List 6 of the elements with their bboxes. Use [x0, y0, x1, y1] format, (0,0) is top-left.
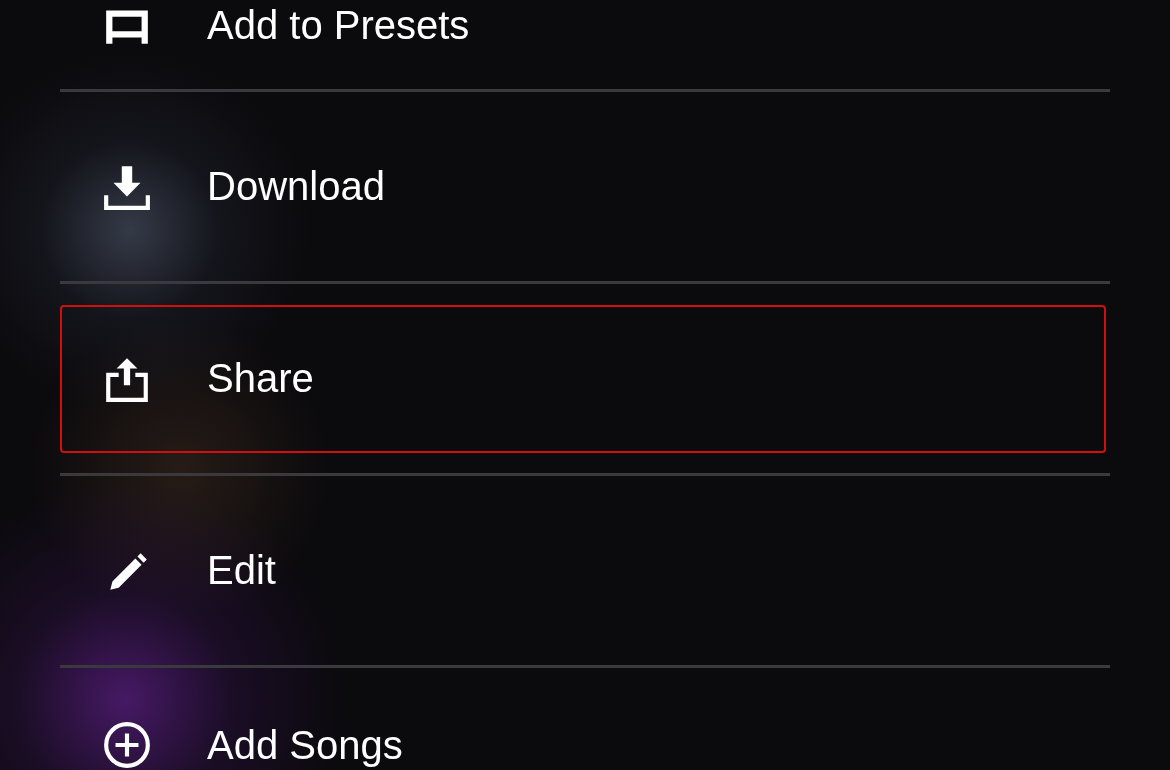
menu-item[interactable]: Add to Presets — [60, 0, 1106, 50]
add-circle-icon — [102, 720, 152, 770]
menu-item[interactable]: Edit — [60, 496, 1106, 645]
menu-item[interactable]: Download — [60, 112, 1106, 261]
menu-item[interactable]: Add Songs — [60, 720, 1106, 770]
menu-item[interactable]: Share — [60, 304, 1106, 453]
